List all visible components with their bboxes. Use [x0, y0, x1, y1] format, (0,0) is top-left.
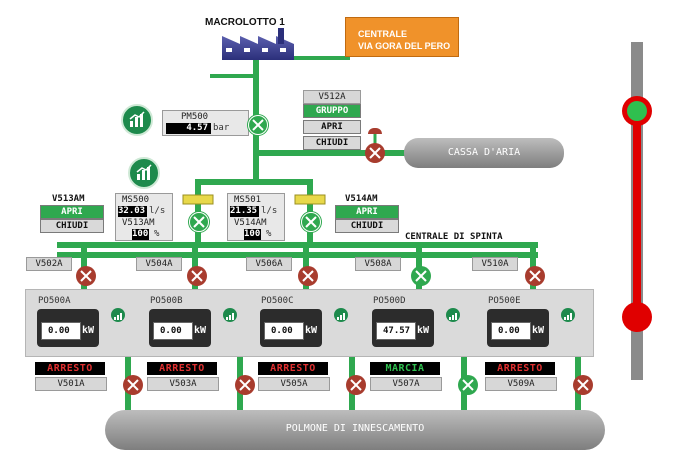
flow-left-subunit: %	[154, 229, 160, 239]
air-tank-label: CASSA D'ARIA	[447, 147, 521, 158]
top-valve-icon[interactable]	[298, 266, 318, 286]
pump-kw-value: 47.57	[376, 322, 416, 340]
flow-right-subtag: V514AM	[234, 218, 267, 228]
v513am-title: V513AM	[52, 194, 85, 204]
scada-stage: MACROLOTTO 1 CENTRALE VIA GORA DEL PERO …	[0, 0, 679, 450]
pump-valve-icon[interactable]	[235, 375, 255, 395]
top-valve-tag: V506A	[246, 257, 292, 271]
pressure-tag: PM500	[181, 112, 209, 122]
central-label-line2: VIA GORA DEL PERO	[358, 41, 451, 51]
air-tank: CASSA D'ARIA	[404, 138, 564, 168]
flow-left-panel: MS500 32.03 l/s V513AM 100 %	[115, 193, 173, 241]
pump-trend-icon[interactable]	[334, 308, 348, 322]
pump-tag: PO500E	[488, 296, 521, 306]
pump-valve-tag: V507A	[370, 377, 442, 391]
pump-kw-unit: kW	[305, 325, 318, 336]
v514am-title: V514AM	[345, 194, 378, 204]
top-valve-tag: V504A	[136, 257, 182, 271]
pump-valve-icon[interactable]	[573, 375, 593, 395]
flow-right-subunit: %	[266, 229, 272, 239]
pump-tag: PO500C	[261, 296, 294, 306]
top-valve-tag: V502A	[26, 257, 72, 271]
top-valve-tag: V510A	[472, 257, 518, 271]
v512a-group-button[interactable]: GRUPPO	[303, 104, 361, 118]
pump-status: ARRESTO	[147, 362, 217, 375]
flow-left-value: 32.03	[118, 206, 147, 217]
pump-valve-tag: V505A	[258, 377, 330, 391]
pump-kw-value: 0.00	[264, 322, 304, 340]
pump-kw-value: 0.00	[41, 322, 81, 340]
pressure-value: 4.57	[166, 123, 211, 134]
level-high-indicator[interactable]	[627, 101, 647, 121]
pump-trend-icon[interactable]	[561, 308, 575, 322]
pump-status: ARRESTO	[35, 362, 105, 375]
pump-valve-icon[interactable]	[123, 375, 143, 395]
flow-right-panel: MS501 21.35 l/s V514AM 100 %	[227, 193, 285, 241]
flow-left-subvalue: 100	[132, 229, 149, 240]
pump-trend-icon[interactable]	[111, 308, 125, 322]
pump-tag: PO500A	[38, 296, 71, 306]
v512a-buttons: GRUPPO APRI CHIUDI	[303, 104, 361, 150]
central-box: CENTRALE VIA GORA DEL PERO	[345, 17, 459, 57]
v512a-tag: V512A	[303, 90, 361, 104]
top-valve-icon[interactable]	[76, 266, 96, 286]
flow-right-unit: l/s	[261, 206, 278, 216]
pump-status: ARRESTO	[258, 362, 328, 375]
level-bar	[633, 110, 641, 318]
flow-right-tag: MS501	[234, 195, 262, 205]
top-valve-icon[interactable]	[187, 266, 207, 286]
pump-kw-unit: kW	[82, 325, 95, 336]
priming-tank-label: POLMONE DI INNESCAMENTO	[285, 423, 425, 434]
pump-valve-icon[interactable]	[458, 375, 478, 395]
flow-right-subvalue: 100	[244, 229, 261, 240]
pump-kw-unit: kW	[417, 325, 430, 336]
pump-kw-value: 0.00	[491, 322, 531, 340]
factory-icon	[222, 28, 294, 60]
main-valve-icon[interactable]	[248, 115, 268, 135]
pump-tag: PO500B	[150, 296, 183, 306]
priming-tank: POLMONE DI INNESCAMENTO	[105, 410, 605, 450]
level-low-indicator[interactable]	[622, 302, 652, 332]
top-valve-icon[interactable]	[411, 266, 431, 286]
trend-chart-icon[interactable]	[121, 104, 153, 136]
flow-left-unit: l/s	[149, 206, 166, 216]
v512a-close-button[interactable]: CHIUDI	[303, 136, 361, 150]
v514am-open-button[interactable]: APRI	[335, 205, 399, 219]
trend-chart-icon[interactable]	[128, 157, 160, 189]
pump-kw-unit: kW	[532, 325, 545, 336]
pump-valve-tag: V501A	[35, 377, 107, 391]
pressure-unit: bar	[213, 123, 230, 133]
v513am-valve-icon[interactable]	[189, 212, 209, 232]
pump-kw-unit: kW	[194, 325, 207, 336]
top-valve-tag: V508A	[355, 257, 401, 271]
pump-trend-icon[interactable]	[446, 308, 460, 322]
pressure-panel: PM500 4.57 bar	[162, 110, 249, 136]
actuator-icon	[368, 128, 382, 134]
pump-tag: PO500D	[373, 296, 406, 306]
flow-left-subtag: V513AM	[122, 218, 155, 228]
v513am-open-button[interactable]: APRI	[40, 205, 104, 219]
pump-status: MARCIA	[370, 362, 440, 375]
plant-label: MACROLOTTO 1	[205, 17, 285, 28]
pump-valve-tag: V509A	[485, 377, 557, 391]
v513am-close-button[interactable]: CHIUDI	[40, 219, 104, 233]
flow-right-value: 21.35	[230, 206, 259, 217]
pump-trend-icon[interactable]	[223, 308, 237, 322]
pump-valve-tag: V503A	[147, 377, 219, 391]
v512a-valve-icon[interactable]	[365, 143, 385, 163]
top-valve-icon[interactable]	[525, 266, 545, 286]
v512a-open-button[interactable]: APRI	[303, 120, 361, 134]
pump-valve-icon[interactable]	[346, 375, 366, 395]
flow-left-tag: MS500	[122, 195, 150, 205]
section-label: CENTRALE DI SPINTA	[405, 232, 503, 242]
pump-kw-value: 0.00	[153, 322, 193, 340]
central-label-line1: CENTRALE	[358, 29, 407, 39]
v514am-valve-icon[interactable]	[301, 212, 321, 232]
v514am-close-button[interactable]: CHIUDI	[335, 219, 399, 233]
pump-status: ARRESTO	[485, 362, 555, 375]
